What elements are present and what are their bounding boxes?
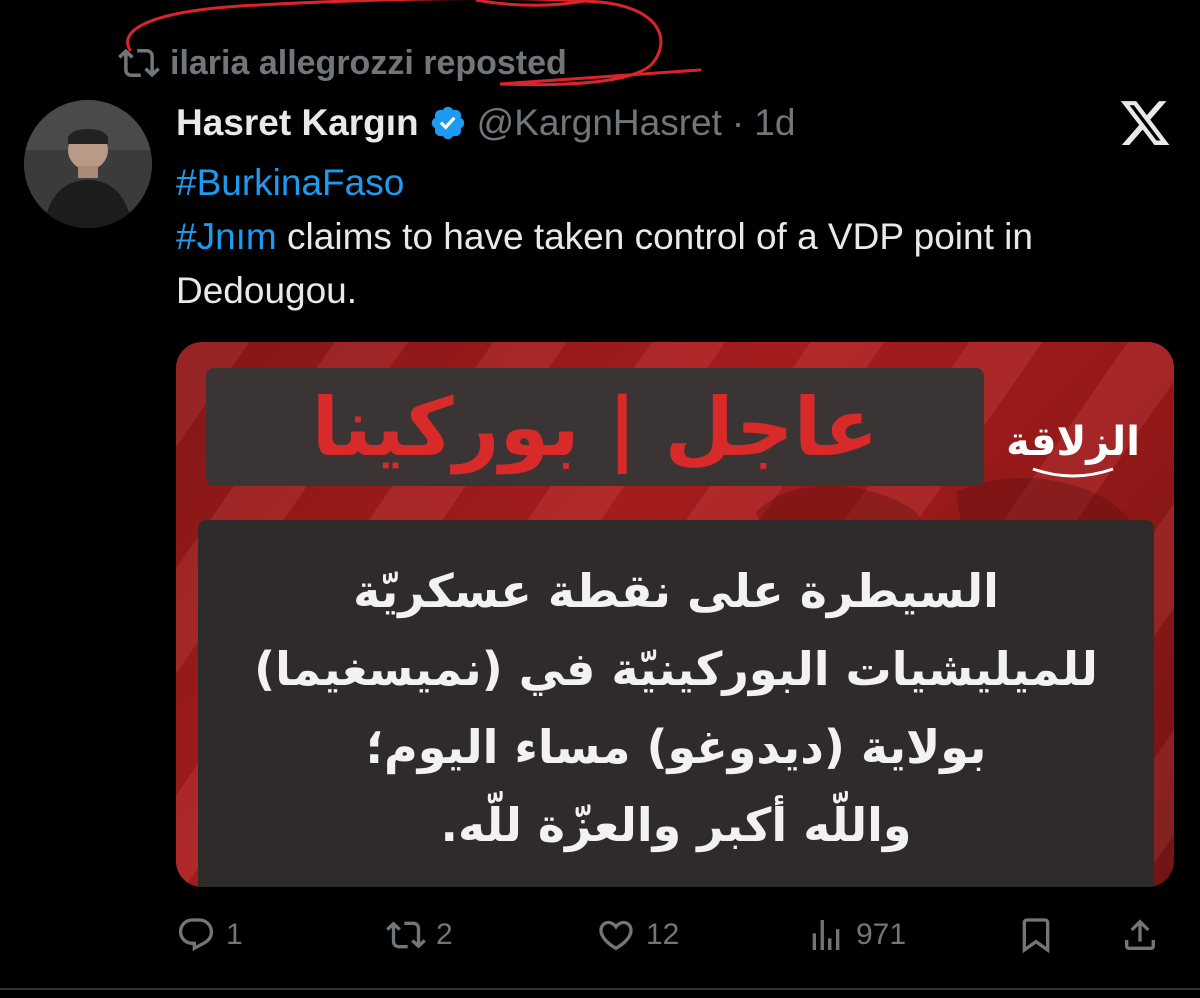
view-count: 971 [856,918,907,951]
avatar[interactable] [24,100,152,228]
tweet-page: ilaria allegrozzi reposted Hasret Kargın… [0,0,1200,998]
tweet-actions: 1 2 12 971 [176,905,1176,965]
heart-icon [599,920,633,951]
hashtag-jnim[interactable]: #Jnım [176,216,277,257]
share-button[interactable] [1120,905,1160,965]
tweet-text: #BurkinaFaso #Jnım claims to have taken … [176,156,1166,318]
statement-panel: السيطرة على نقطة عسكريّة للميليشيات البو… [198,520,1154,887]
bookmark-button[interactable] [1016,905,1056,965]
svg-text:الزلاقة: الزلاقة [1006,419,1140,465]
divider [0,988,1200,990]
author-handle[interactable]: @KargnHasret [477,102,722,144]
share-icon [1125,919,1155,950]
repost-icon [386,921,426,949]
bookmark-icon [1022,918,1050,954]
statement-line-4: واللّه أكبر والعزّة للّه. [440,797,912,852]
repost-button[interactable]: 2 [386,905,453,965]
tweet-media-image[interactable]: عاجل | بوركينا الزلاقة السيطرة على نقطة … [176,342,1174,887]
verified-badge-icon[interactable] [429,104,467,142]
author-name[interactable]: Hasret Kargın [176,102,419,144]
repost-icon [118,48,160,78]
tweet-body-text: claims to have taken control of a VDP po… [176,216,1033,311]
timestamp[interactable]: 1d [754,102,795,144]
repost-indicator[interactable]: ilaria allegrozzi reposted [118,38,567,88]
hashtag-burkinafaso[interactable]: #BurkinaFaso [176,162,404,203]
statement-line-2: للميليشيات البوركينيّة في (نميسغيما) [254,641,1098,696]
x-logo-icon [1120,101,1170,145]
statement-line-1: السيطرة على نقطة عسكريّة [353,563,999,618]
tweet-header: Hasret Kargın @KargnHasret · 1d [176,96,795,150]
headline-text: عاجل | بوركينا [311,380,879,474]
alzallaqa-logo: الزلاقة [998,388,1148,498]
like-button[interactable]: 12 [596,905,679,965]
headline-banner: عاجل | بوركينا [206,368,984,486]
statement-line-3: بولاية (ديدوغو) مساء اليوم؛ [365,719,987,774]
separator-dot: · [731,102,745,143]
reply-icon [178,918,214,952]
views-button[interactable]: 971 [806,905,906,965]
repost-count: 2 [436,918,453,951]
like-count: 12 [646,918,680,951]
analytics-icon [812,920,840,950]
repost-label: ilaria allegrozzi reposted [170,43,567,82]
avatar-photo [24,100,152,228]
reply-button[interactable]: 1 [176,905,243,965]
reply-count: 1 [226,918,243,951]
